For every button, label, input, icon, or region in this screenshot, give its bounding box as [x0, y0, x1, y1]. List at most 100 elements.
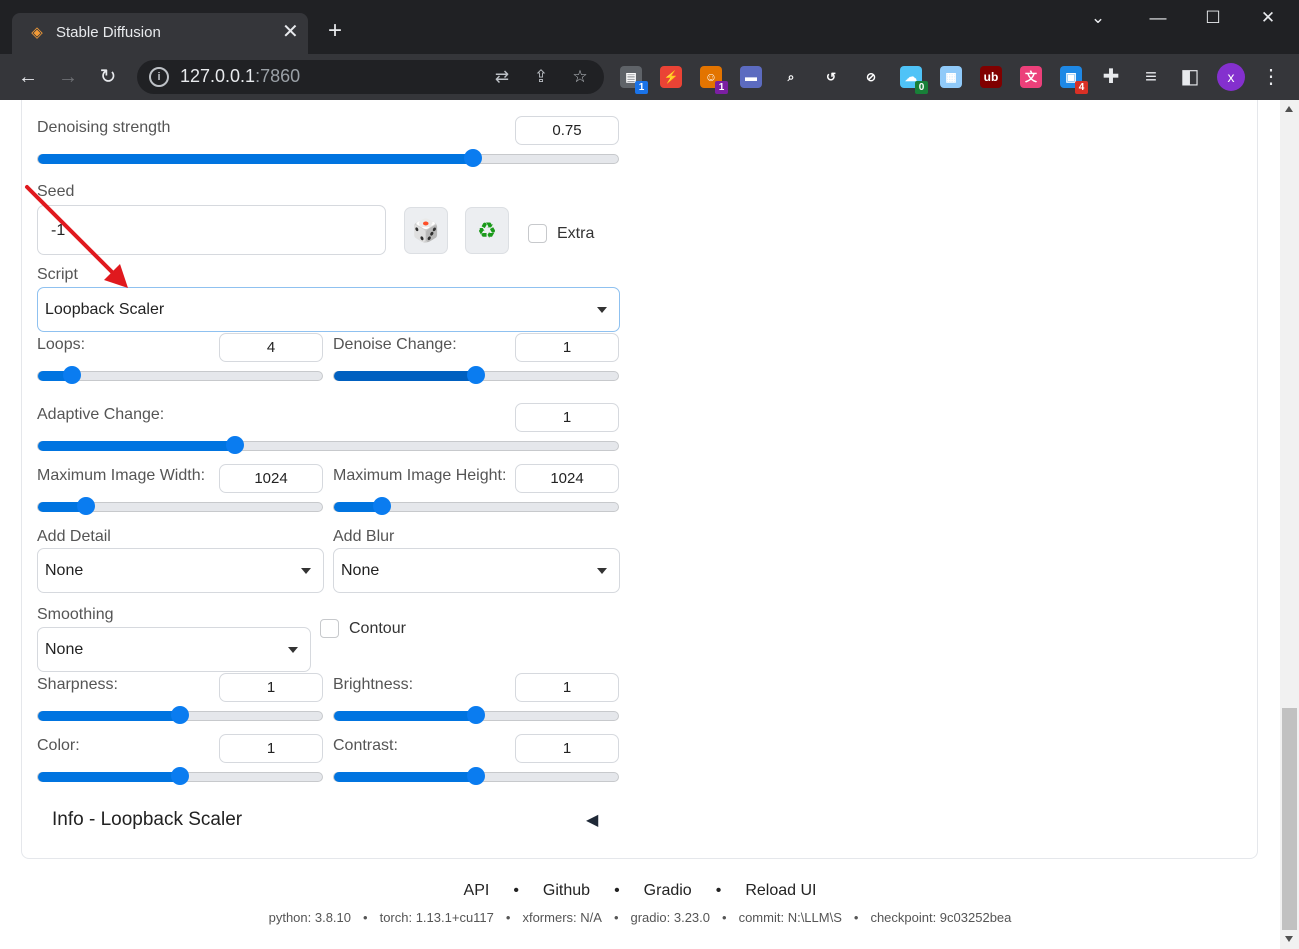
- contrast-label: Contrast:: [333, 737, 398, 754]
- smoothing-label: Smoothing: [37, 606, 114, 623]
- extension-apps-icon[interactable]: ▣ 4: [1060, 66, 1088, 94]
- extra-checkbox[interactable]: [528, 224, 547, 243]
- extension-1-icon[interactable]: ▤ 1: [620, 66, 648, 94]
- accordion-collapse-icon[interactable]: ◀: [586, 810, 598, 830]
- tab-title: Stable Diffusion: [56, 24, 161, 41]
- extensions-puzzle-icon[interactable]: ✚: [1097, 63, 1125, 91]
- extension-cloud-icon[interactable]: ☁ 0: [900, 66, 928, 94]
- slider-thumb[interactable]: [467, 706, 485, 724]
- denoising-strength-input[interactable]: 0.75: [515, 116, 619, 145]
- contrast-input[interactable]: 1: [515, 734, 619, 763]
- extension-refresh-icon[interactable]: ↺: [820, 66, 842, 88]
- page-content: Denoising strength 0.75 Seed -1 🎲 ♻ Extr…: [0, 100, 1280, 949]
- extension-bolt-icon[interactable]: ⚡: [660, 66, 682, 88]
- extension-search-icon[interactable]: ⌕: [780, 66, 802, 88]
- side-panel-icon[interactable]: ◧: [1176, 63, 1204, 91]
- scroll-up-icon[interactable]: [1285, 106, 1293, 112]
- footer-version-info: python: 3.8.10 • torch: 1.13.1+cu117 • xform…: [0, 910, 1280, 925]
- denoising-strength-label: Denoising strength: [37, 119, 171, 136]
- window-close-icon[interactable]: ✕: [1253, 8, 1283, 28]
- sharpness-slider[interactable]: [37, 706, 323, 724]
- tab-close-icon[interactable]: ✕: [282, 21, 299, 43]
- add-detail-dropdown[interactable]: None: [37, 548, 324, 593]
- loops-label: Loops:: [37, 336, 86, 353]
- slider-thumb[interactable]: [63, 366, 82, 384]
- slider-thumb[interactable]: [464, 149, 482, 167]
- denoise-change-slider[interactable]: [333, 366, 619, 384]
- denoising-strength-slider[interactable]: [37, 149, 619, 167]
- max-image-height-slider[interactable]: [333, 497, 619, 515]
- sharpness-label: Sharpness:: [37, 676, 118, 693]
- api-link[interactable]: API: [464, 882, 490, 899]
- slider-thumb[interactable]: [467, 366, 485, 384]
- max-image-height-input[interactable]: 1024: [515, 464, 619, 493]
- address-bar[interactable]: i 127.0.0.1:7860 ⇄ ⇪ ☆: [137, 60, 604, 94]
- separator: •: [614, 882, 620, 899]
- adaptive-change-input[interactable]: 1: [515, 403, 619, 432]
- new-tab-button[interactable]: +: [328, 18, 342, 44]
- info-accordion-title[interactable]: Info - Loopback Scaler: [52, 809, 242, 831]
- contour-checkbox[interactable]: [320, 619, 339, 638]
- reuse-seed-recycle-button[interactable]: ♻: [465, 207, 509, 254]
- back-icon[interactable]: ←: [14, 63, 42, 91]
- checkpoint-info: checkpoint: 9c03252bea: [870, 910, 1012, 925]
- max-image-width-slider[interactable]: [37, 497, 323, 515]
- extension-window-icon[interactable]: ▬: [740, 66, 762, 88]
- loops-slider[interactable]: [37, 366, 323, 384]
- bookmark-star-icon[interactable]: ☆: [569, 66, 591, 88]
- loops-input[interactable]: 4: [219, 333, 323, 362]
- gradio-link[interactable]: Gradio: [644, 882, 692, 899]
- contour-label: Contour: [349, 620, 406, 637]
- add-blur-dropdown[interactable]: None: [333, 548, 620, 593]
- extension-ublock-icon[interactable]: ub: [980, 66, 1002, 88]
- tab-search-icon[interactable]: ⌄: [1083, 8, 1113, 28]
- minimize-icon[interactable]: —: [1143, 8, 1173, 28]
- contrast-slider[interactable]: [333, 767, 619, 785]
- extra-label: Extra: [557, 225, 595, 242]
- sharpness-input[interactable]: 1: [219, 673, 323, 702]
- max-image-width-label: Maximum Image Width:: [37, 467, 206, 484]
- slider-thumb[interactable]: [171, 706, 189, 724]
- scroll-down-icon[interactable]: [1285, 936, 1293, 942]
- denoise-change-input[interactable]: 1: [515, 333, 619, 362]
- color-slider[interactable]: [37, 767, 323, 785]
- gradio-version: gradio: 3.23.0: [630, 910, 711, 925]
- site-info-icon[interactable]: i: [149, 67, 169, 87]
- forward-icon[interactable]: →: [54, 63, 82, 91]
- max-image-height-label: Maximum Image Height:: [333, 467, 507, 484]
- browser-toolbar: ← → ↻ i 127.0.0.1:7860 ⇄ ⇪ ☆ ▤ 1 ⚡ ☺ 1 ▬ ⌕ ↺ ⊘ ☁ 0…: [0, 54, 1299, 100]
- smoothing-dropdown[interactable]: None: [37, 627, 311, 672]
- page-scrollbar[interactable]: [1280, 100, 1299, 949]
- extension-shorts-icon[interactable]: ▦: [940, 66, 962, 88]
- stable-diffusion-favicon-icon: ◈: [31, 24, 43, 41]
- slider-thumb[interactable]: [467, 767, 485, 785]
- max-image-width-input[interactable]: 1024: [219, 464, 323, 493]
- scrollbar-thumb[interactable]: [1282, 708, 1297, 930]
- separator: •: [853, 910, 859, 925]
- adaptive-change-slider[interactable]: [37, 436, 619, 454]
- extension-monkey-icon[interactable]: ☺ 1: [700, 66, 728, 94]
- color-input[interactable]: 1: [219, 734, 323, 763]
- brightness-input[interactable]: 1: [515, 673, 619, 702]
- slider-thumb[interactable]: [171, 767, 189, 785]
- brightness-slider[interactable]: [333, 706, 619, 724]
- xformers-version: xformers: N/A: [522, 910, 602, 925]
- random-seed-dice-button[interactable]: 🎲: [404, 207, 448, 254]
- separator: •: [513, 882, 519, 899]
- extension-block-icon[interactable]: ⊘: [860, 66, 882, 88]
- media-control-icon[interactable]: ≡: [1137, 63, 1165, 91]
- url-text[interactable]: 127.0.0.1:7860: [180, 66, 300, 87]
- profile-avatar[interactable]: x: [1217, 63, 1245, 91]
- chevron-down-icon: [597, 568, 607, 574]
- torch-version: torch: 1.13.1+cu117: [379, 910, 494, 925]
- translate-page-icon[interactable]: ⇄: [491, 66, 513, 88]
- denoise-change-label: Denoise Change:: [333, 336, 457, 353]
- github-link[interactable]: Github: [543, 882, 590, 899]
- browser-tab[interactable]: ◈ Stable Diffusion ✕: [12, 13, 308, 54]
- reload-ui-link[interactable]: Reload UI: [745, 882, 816, 899]
- share-icon[interactable]: ⇪: [530, 66, 552, 88]
- maximize-icon[interactable]: ☐: [1198, 8, 1228, 28]
- reload-icon[interactable]: ↻: [94, 63, 122, 91]
- extension-translate-icon[interactable]: 文: [1020, 66, 1042, 88]
- menu-kebab-icon[interactable]: ⋮: [1257, 63, 1285, 91]
